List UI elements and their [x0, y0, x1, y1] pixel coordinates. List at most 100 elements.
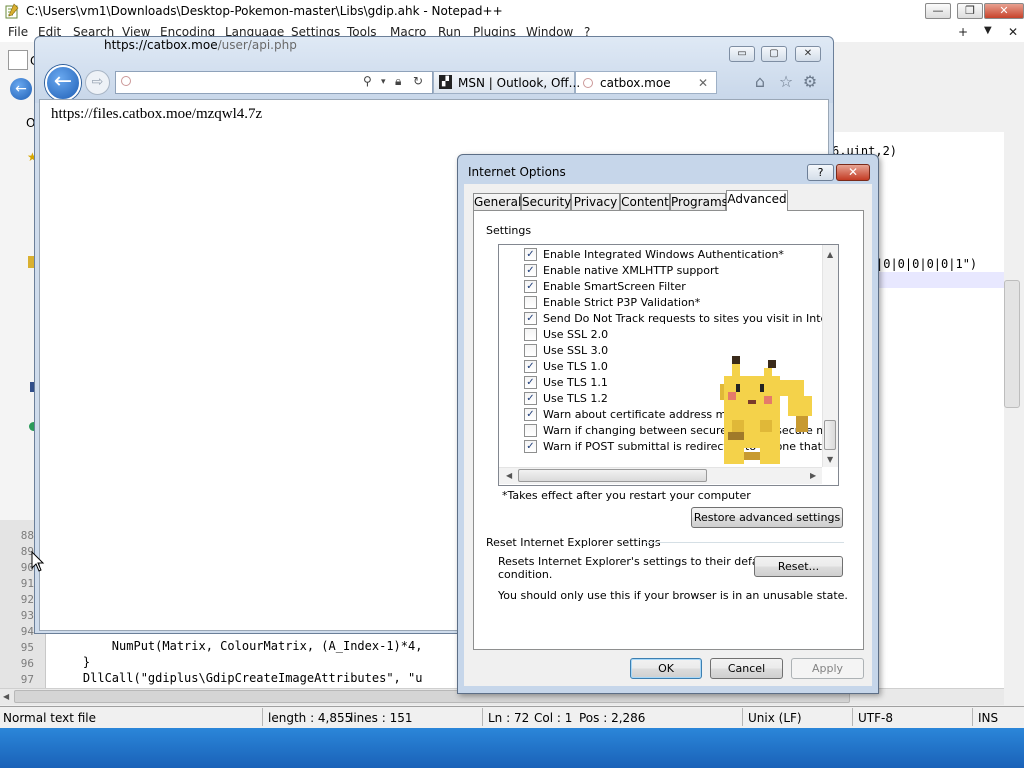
- tab-content[interactable]: Content: [620, 193, 670, 211]
- ie-close-button[interactable]: ✕: [795, 46, 821, 62]
- restart-note: *Takes effect after you restart your com…: [502, 489, 751, 502]
- site-favicon: [121, 76, 131, 86]
- setting-checkbox[interactable]: ✓: [524, 360, 537, 373]
- menu-close-doc-button[interactable]: ✕: [1008, 25, 1018, 39]
- lock-icon[interactable]: 🔒︎: [395, 74, 401, 89]
- settings-horizontal-scrollbar-thumb[interactable]: [518, 469, 707, 482]
- status-separator: [482, 708, 483, 726]
- setting-checkbox[interactable]: ✓: [524, 376, 537, 389]
- setting-row[interactable]: ✓ Enable SmartScreen Filter: [499, 279, 821, 295]
- search-icon[interactable]: ⚲: [363, 74, 372, 88]
- setting-label: Use TLS 1.0: [543, 360, 608, 373]
- line-number: 92: [20, 593, 34, 606]
- tab-programs[interactable]: Programs: [670, 193, 728, 211]
- setting-checkbox[interactable]: [524, 344, 537, 357]
- address-host: https://catbox.moe: [104, 38, 218, 52]
- setting-checkbox[interactable]: [524, 328, 537, 341]
- setting-row[interactable]: Use SSL 2.0: [499, 327, 821, 343]
- setting-checkbox[interactable]: ✓: [524, 280, 537, 293]
- notepadpp-minimize-button[interactable]: —: [925, 3, 951, 19]
- catbox-favicon: [583, 78, 593, 88]
- dialog-close-button[interactable]: ✕: [836, 164, 870, 181]
- scroll-right-icon[interactable]: ▶: [810, 471, 816, 480]
- dialog-title: Internet Options: [468, 165, 566, 179]
- setting-row[interactable]: ✓ Enable native XMLHTTP support: [499, 263, 821, 279]
- editor-vertical-scrollbar-thumb[interactable]: [1004, 280, 1020, 408]
- line-number: 91: [20, 577, 34, 590]
- settings-label: Settings: [486, 224, 532, 237]
- setting-label: Enable Integrated Windows Authentication…: [543, 248, 784, 261]
- menu-new-tab-button[interactable]: +: [958, 25, 968, 39]
- scroll-down-icon[interactable]: ▼: [827, 455, 833, 464]
- tab-msn-label: MSN | Outlook, Off...: [458, 76, 581, 90]
- gear-icon[interactable]: ⚙: [799, 71, 821, 93]
- line-number: 89: [20, 545, 34, 558]
- setting-row[interactable]: Enable Strict P3P Validation*: [499, 295, 821, 311]
- restore-advanced-settings-button[interactable]: Restore advanced settings: [691, 507, 843, 528]
- reset-description-line-2: condition.: [498, 568, 553, 581]
- menu-file[interactable]: File: [8, 25, 28, 39]
- scroll-left-icon[interactable]: ◀: [506, 471, 512, 480]
- notepadpp-close-button[interactable]: ✕: [984, 3, 1024, 19]
- line-number: 95: [20, 641, 34, 654]
- apply-button[interactable]: Apply: [791, 658, 864, 679]
- line-number: 93: [20, 609, 34, 622]
- desktop-background: [0, 728, 1024, 768]
- status-length: length : 4,855: [268, 711, 353, 725]
- status-eol: Unix (LF): [748, 711, 802, 725]
- reset-button[interactable]: Reset...: [754, 556, 843, 577]
- tab-security[interactable]: Security: [521, 193, 571, 211]
- back-arrow-icon[interactable]: ←: [10, 78, 32, 100]
- setting-row[interactable]: ✓ Send Do Not Track requests to sites you…: [499, 311, 838, 327]
- code-line: NumPut(Matrix, ColourMatrix, (A_Index-1)…: [54, 639, 423, 653]
- tab-privacy[interactable]: Privacy: [571, 193, 620, 211]
- code-line: DllCall("gdiplus\GdipCreateImageAttribut…: [54, 671, 423, 685]
- setting-row[interactable]: ✓ Enable Integrated Windows Authenticatio…: [499, 247, 821, 263]
- status-insert-mode: INS: [978, 711, 999, 725]
- line-number: 90: [20, 561, 34, 574]
- chevron-down-icon[interactable]: ▾: [381, 77, 386, 87]
- mouse-cursor-icon: [31, 551, 45, 572]
- setting-checkbox[interactable]: ✓: [524, 264, 537, 277]
- notepadpp-app-icon: [5, 3, 19, 19]
- reset-description-line-1: Resets Internet Explorer's settings to t…: [498, 555, 773, 568]
- ie-maximize-button[interactable]: ▢: [761, 46, 787, 62]
- setting-checkbox[interactable]: ✓: [524, 408, 537, 421]
- status-line: Ln : 72: [488, 711, 530, 725]
- reset-warning: You should only use this if your browser…: [498, 589, 848, 602]
- tab-advanced[interactable]: Advanced: [726, 190, 788, 211]
- ie-minimize-button[interactable]: ▭: [729, 46, 755, 62]
- setting-checkbox[interactable]: ✓: [524, 248, 537, 261]
- notepadpp-title: C:\Users\vm1\Downloads\Desktop-Pokemon-m…: [26, 4, 503, 18]
- setting-checkbox[interactable]: [524, 296, 537, 309]
- pikachu-sprite[interactable]: [708, 356, 820, 472]
- scroll-up-icon[interactable]: ▲: [827, 250, 833, 259]
- address-url[interactable]: https://catbox.moe/user/api.php: [104, 38, 297, 52]
- refresh-icon[interactable]: ↻: [413, 74, 423, 88]
- menu-tab-list-button[interactable]: ▼: [984, 25, 992, 36]
- setting-label: Enable SmartScreen Filter: [543, 280, 686, 293]
- notepadpp-side-panel: [0, 42, 38, 520]
- notepadpp-maximize-button[interactable]: ❐: [957, 3, 983, 19]
- code-line-fragment: |0|0|0|0|0|1"): [876, 257, 978, 271]
- forward-button[interactable]: ⇨: [85, 70, 110, 95]
- setting-checkbox[interactable]: ✓: [524, 440, 537, 453]
- home-icon[interactable]: ⌂: [749, 71, 771, 93]
- back-button[interactable]: ←: [45, 65, 81, 101]
- line-number: 96: [20, 657, 34, 670]
- status-separator: [852, 708, 853, 726]
- tab-close-icon[interactable]: ✕: [698, 76, 708, 90]
- ok-button[interactable]: OK: [630, 658, 702, 679]
- cancel-button[interactable]: Cancel: [710, 658, 783, 679]
- status-lines: lines : 151: [350, 711, 413, 725]
- status-filetype: Normal text file: [3, 711, 97, 725]
- favorites-star-icon[interactable]: ☆: [775, 71, 797, 93]
- scroll-left-icon[interactable]: ◀: [3, 692, 9, 701]
- setting-checkbox[interactable]: [524, 424, 537, 437]
- tab-general[interactable]: General: [473, 193, 521, 211]
- status-separator: [262, 708, 263, 726]
- setting-checkbox[interactable]: ✓: [524, 392, 537, 405]
- dialog-help-button[interactable]: ?: [807, 164, 834, 181]
- setting-checkbox[interactable]: ✓: [524, 312, 537, 325]
- settings-vertical-scrollbar-thumb[interactable]: [824, 420, 836, 450]
